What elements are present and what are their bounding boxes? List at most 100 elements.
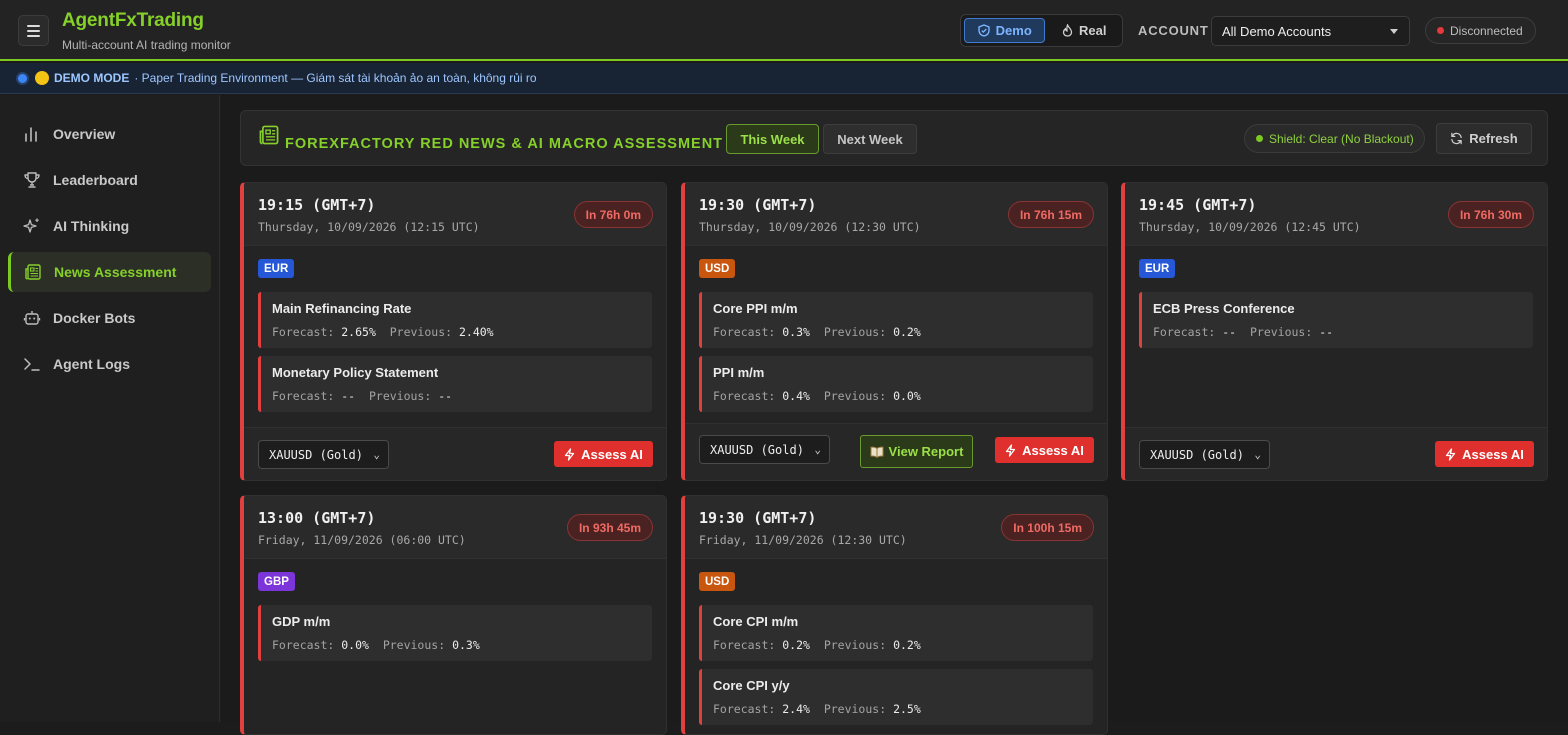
previous-value: 0.2% [893, 638, 921, 652]
blue-dot-icon [18, 73, 27, 83]
next-week-button[interactable]: Next Week [823, 124, 917, 154]
countdown-badge: In 76h 30m [1447, 201, 1534, 228]
card-footer: XAUUSD (Gold) ⌄ View Report Assess AI [685, 423, 1107, 480]
sparkles-icon [23, 217, 41, 235]
pair-select[interactable]: XAUUSD (Gold) ⌄ [258, 440, 389, 469]
event-item: Main Refinancing Rate Forecast: 2.65% Pr… [258, 292, 652, 348]
event-item: Core CPI y/y Forecast: 2.4% Previous: 2.… [699, 669, 1093, 725]
event-meta: Forecast: 2.4% Previous: 2.5% [713, 702, 921, 716]
pair-select[interactable]: XAUUSD (Gold) ⌄ [1139, 440, 1270, 469]
pair-select[interactable]: XAUUSD (Gold) ⌄ [699, 435, 830, 464]
news-card: 19:15 (GMT+7) Thursday, 10/09/2026 (12:1… [240, 182, 667, 481]
event-name: Core PPI m/m [713, 301, 798, 316]
event-date: Thursday, 10/09/2026 (12:45 UTC) [1139, 220, 1361, 234]
brand-title: AgentFxTrading [62, 10, 204, 31]
sidebar-item-agent-logs[interactable]: Agent Logs [8, 344, 211, 384]
lightning-icon [1446, 447, 1456, 461]
previous-value: 2.5% [893, 702, 921, 716]
card-footer: XAUUSD (Gold) ⌄ Assess AI [244, 427, 666, 480]
yellow-circle-icon [35, 71, 49, 85]
forecast-value: -- [1222, 325, 1237, 339]
main-content: FOREXFACTORY RED NEWS & AI MACRO ASSESSM… [221, 95, 1568, 735]
countdown-badge: In 93h 45m [566, 514, 653, 541]
event-name: ECB Press Conference [1153, 301, 1295, 316]
card-header: 13:00 (GMT+7) Friday, 11/09/2026 (06:00 … [244, 496, 666, 559]
currency-badge: EUR [1139, 259, 1176, 278]
pair-select-value: XAUUSD (Gold) [1150, 447, 1244, 462]
event-meta: Forecast: 0.0% Previous: 0.3% [272, 638, 480, 652]
sidebar-item-overview[interactable]: Overview [8, 114, 211, 154]
chevron-down-icon: ⌄ [373, 448, 380, 461]
newspaper-icon [24, 263, 42, 281]
assess-ai-button[interactable]: Assess AI [554, 441, 653, 467]
terminal-icon [23, 355, 41, 373]
sidebar-item-label: Overview [53, 126, 116, 142]
event-name: Monetary Policy Statement [272, 365, 439, 380]
demo-mode-button[interactable]: Demo [964, 18, 1046, 43]
event-name: Core CPI m/m [713, 614, 799, 629]
forecast-value: 2.4% [782, 702, 810, 716]
demo-mode-banner: DEMO MODE · Paper Trading Environment — … [0, 63, 1568, 94]
event-meta: Forecast: 0.2% Previous: 0.2% [713, 638, 921, 652]
event-item: GDP m/m Forecast: 0.0% Previous: 0.3% [258, 605, 652, 661]
brand-subtitle: Multi-account AI trading monitor [62, 38, 231, 52]
forecast-value: 0.4% [782, 389, 810, 403]
status-dot-icon [1437, 27, 1444, 34]
card-header: 19:30 (GMT+7) Thursday, 10/09/2026 (12:3… [685, 183, 1107, 246]
pair-select-value: XAUUSD (Gold) [710, 442, 804, 457]
brand: AgentFxTrading Multi-account AI trading … [62, 10, 231, 52]
this-week-button[interactable]: This Week [726, 124, 819, 154]
event-name: PPI m/m [713, 365, 765, 380]
card-footer: XAUUSD (Gold) ⌄ Assess AI [1125, 427, 1547, 480]
account-select[interactable]: All Demo Accounts [1211, 16, 1410, 46]
event-name: Main Refinancing Rate [272, 301, 412, 316]
event-name: Core CPI y/y [713, 678, 790, 693]
event-time: 19:30 (GMT+7) [699, 509, 817, 527]
news-panel-header: FOREXFACTORY RED NEWS & AI MACRO ASSESSM… [240, 110, 1548, 166]
previous-value: -- [1319, 325, 1334, 339]
account-select-value: All Demo Accounts [1222, 23, 1332, 39]
previous-value: -- [438, 389, 453, 403]
event-item: Core CPI m/m Forecast: 0.2% Previous: 0.… [699, 605, 1093, 661]
menu-icon [27, 24, 40, 27]
view-report-label: View Report [888, 444, 964, 459]
previous-value: 0.3% [452, 638, 480, 652]
hamburger-menu-button[interactable] [18, 15, 49, 46]
previous-value: 2.40% [458, 325, 494, 339]
chevron-down-icon: ⌄ [814, 443, 821, 456]
sidebar-item-docker-bots[interactable]: Docker Bots [8, 298, 211, 338]
countdown-badge: In 100h 15m [1001, 514, 1094, 541]
event-item: ECB Press Conference Forecast: -- Previo… [1139, 292, 1533, 348]
event-name: GDP m/m [272, 614, 331, 629]
previous-value: 0.0% [893, 389, 921, 403]
event-item: Monetary Policy Statement Forecast: -- P… [258, 356, 652, 412]
newspaper-icon [259, 125, 279, 145]
bot-icon [23, 309, 41, 327]
real-mode-label: Real [1079, 23, 1107, 38]
real-mode-button[interactable]: Real [1049, 18, 1119, 43]
sidebar-item-ai-thinking[interactable]: AI Thinking [8, 206, 211, 246]
sidebar-item-label: Agent Logs [53, 356, 130, 372]
sidebar-item-leaderboard[interactable]: Leaderboard [8, 160, 211, 200]
event-item: Core PPI m/m Forecast: 0.3% Previous: 0.… [699, 292, 1093, 348]
pair-select-value: XAUUSD (Gold) [269, 447, 363, 462]
refresh-button[interactable]: Refresh [1436, 123, 1532, 154]
trophy-icon [23, 171, 41, 189]
forecast-value: 2.65% [341, 325, 376, 339]
lightning-icon [565, 447, 575, 461]
forecast-value: -- [341, 389, 356, 403]
previous-value: 0.2% [893, 325, 921, 339]
sidebar-item-label: Leaderboard [53, 172, 138, 188]
view-report-button[interactable]: View Report [860, 435, 973, 468]
event-date: Thursday, 10/09/2026 (12:15 UTC) [258, 220, 480, 234]
event-time: 13:00 (GMT+7) [258, 509, 376, 527]
sidebar-item-news-assessment[interactable]: News Assessment [8, 252, 211, 292]
sidebar-item-label: AI Thinking [53, 218, 130, 234]
sidebar-item-label: Docker Bots [53, 310, 136, 326]
forecast-value: 0.0% [341, 638, 369, 652]
currency-badge: GBP [258, 572, 295, 591]
assess-ai-button[interactable]: Assess AI [995, 437, 1094, 463]
assess-ai-button[interactable]: Assess AI [1435, 441, 1534, 467]
assess-ai-label: Assess AI [581, 446, 643, 462]
sidebar-item-label: News Assessment [54, 264, 177, 280]
